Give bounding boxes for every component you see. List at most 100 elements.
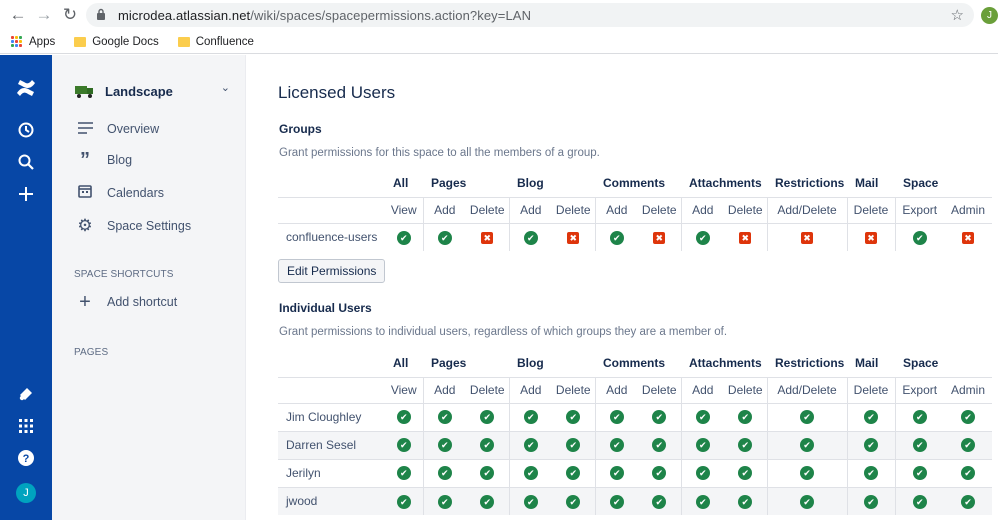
column-group-header: Comments xyxy=(603,355,666,370)
column-sub-header: Add xyxy=(680,196,724,223)
granted-check-icon: ✔ xyxy=(738,410,753,425)
lock-icon xyxy=(96,8,110,23)
space-shortcuts-heading: SPACE SHORTCUTS xyxy=(74,269,174,280)
column-sub-header: Delete xyxy=(724,196,767,223)
confluence-logo-icon[interactable] xyxy=(15,77,37,99)
gear-icon: ⚙ xyxy=(77,216,93,235)
column-group-header: Restrictions xyxy=(775,355,845,370)
granted-check-icon: ✔ xyxy=(396,410,411,425)
help-icon[interactable]: ? xyxy=(15,447,37,469)
column-sub-header: Add xyxy=(422,196,466,223)
space-truck-icon xyxy=(74,83,96,99)
add-shortcut-label: Add shortcut xyxy=(107,295,178,309)
denied-cross-icon: ✖ xyxy=(801,232,813,245)
granted-check-icon: ✔ xyxy=(695,466,710,481)
granted-check-icon: ✔ xyxy=(480,438,495,453)
reload-icon[interactable]: ↻ xyxy=(59,4,81,26)
granted-check-icon: ✔ xyxy=(738,494,753,509)
back-arrow-icon[interactable]: ← xyxy=(7,4,29,26)
bookmark-apps[interactable]: Apps xyxy=(11,35,55,48)
column-sub-header: View xyxy=(385,376,423,403)
column-sub-header: Add xyxy=(508,376,552,403)
bookmark-label: Confluence xyxy=(195,35,254,48)
granted-check-icon: ✔ xyxy=(695,410,710,425)
granted-check-icon: ✔ xyxy=(566,494,581,509)
page-title: Licensed Users xyxy=(278,83,396,102)
granted-check-icon: ✔ xyxy=(396,438,411,453)
column-group-header: Attachments xyxy=(689,355,762,370)
granted-check-icon: ✔ xyxy=(609,494,624,509)
granted-check-icon: ✔ xyxy=(695,438,710,453)
bookmark-star-icon[interactable]: ☆ xyxy=(951,6,964,24)
overview-icon xyxy=(76,121,94,138)
browser-toolbar: ← → ↻ microdea.atlassian.net/wiki/spaces… xyxy=(0,0,998,30)
sidebar-item-space-settings[interactable]: ⚙ Space Settings xyxy=(76,215,191,237)
user-avatar[interactable]: J xyxy=(16,483,36,503)
granted-check-icon: ✔ xyxy=(912,410,927,425)
app-switcher-icon[interactable] xyxy=(15,415,37,437)
groups-permissions-table: All Pages Blog Comments Attachments Restricti… xyxy=(278,169,992,251)
denied-cross-icon: ✖ xyxy=(653,232,666,245)
granted-check-icon: ✔ xyxy=(652,410,667,425)
granted-check-icon: ✔ xyxy=(652,438,667,453)
column-group-header: Attachments xyxy=(689,175,762,190)
column-sub-header: Add xyxy=(680,376,724,403)
svg-text:?: ? xyxy=(23,453,30,465)
granted-check-icon: ✔ xyxy=(961,466,975,481)
column-group-header: All xyxy=(393,355,409,370)
granted-check-icon: ✔ xyxy=(961,410,975,425)
individual-users-description: Grant permissions to individual users, r… xyxy=(279,326,728,338)
granted-check-icon: ✔ xyxy=(961,438,975,453)
granted-check-icon: ✔ xyxy=(864,410,878,425)
granted-check-icon: ✔ xyxy=(566,438,581,453)
column-sub-header: Add/Delete xyxy=(766,196,847,223)
denied-cross-icon: ✖ xyxy=(865,232,877,245)
table-row: jwood ✔ ✔ ✔ ✔ ✔ ✔ ✔ ✔ ✔ ✔ ✔ ✔ ✔ xyxy=(278,486,992,515)
chevron-down-icon[interactable]: ⌄ xyxy=(221,81,230,94)
granted-check-icon: ✔ xyxy=(609,438,624,453)
bookmark-google-docs[interactable]: Google Docs xyxy=(74,35,159,48)
recent-icon[interactable] xyxy=(15,119,37,141)
sidebar-item-calendars[interactable]: Calendars xyxy=(76,182,164,204)
column-group-header: Mail xyxy=(855,175,879,190)
column-sub-header: Add/Delete xyxy=(766,376,847,403)
groups-description: Grant permissions for this space to all … xyxy=(279,147,600,159)
principal-name: Jim Cloughley xyxy=(278,402,385,431)
table-row: Jim Cloughley ✔ ✔ ✔ ✔ ✔ ✔ ✔ ✔ ✔ ✔ ✔ ✔ ✔ xyxy=(278,402,992,431)
profile-avatar[interactable]: J xyxy=(981,7,998,24)
address-bar[interactable]: microdea.atlassian.net/wiki/spaces/space… xyxy=(86,3,974,27)
column-sub-header: Export xyxy=(894,196,944,223)
forward-arrow-icon[interactable]: → xyxy=(33,4,55,26)
granted-check-icon: ✔ xyxy=(609,410,624,425)
pages-heading: PAGES xyxy=(74,347,109,358)
bookmark-confluence[interactable]: Confluence xyxy=(177,35,254,48)
granted-check-icon: ✔ xyxy=(609,230,624,245)
denied-cross-icon: ✖ xyxy=(481,232,494,245)
edit-permissions-button[interactable]: Edit Permissions xyxy=(278,259,386,283)
notifications-icon[interactable] xyxy=(15,383,37,405)
granted-check-icon: ✔ xyxy=(566,410,581,425)
column-sub-header: Export xyxy=(894,376,944,403)
column-sub-header: Admin xyxy=(944,196,992,223)
denied-cross-icon: ✖ xyxy=(739,232,752,245)
plus-icon: + xyxy=(79,290,91,313)
column-sub-header: Admin xyxy=(944,376,992,403)
table-row: Darren Sesel ✔ ✔ ✔ ✔ ✔ ✔ ✔ ✔ ✔ ✔ ✔ ✔ ✔ xyxy=(278,430,992,459)
granted-check-icon: ✔ xyxy=(800,494,814,509)
granted-check-icon: ✔ xyxy=(864,438,878,453)
add-shortcut-link[interactable]: + Add shortcut xyxy=(76,291,177,313)
granted-check-icon: ✔ xyxy=(480,410,495,425)
search-icon[interactable] xyxy=(15,151,37,173)
sidebar-item-label: Space Settings xyxy=(107,219,192,233)
bookmark-label: Google Docs xyxy=(92,35,159,48)
granted-check-icon: ✔ xyxy=(566,466,581,481)
bookmarks-bar: Apps Google Docs Confluence xyxy=(0,30,998,54)
sidebar-item-overview[interactable]: Overview xyxy=(76,118,159,140)
space-header[interactable]: Landscape ⌄ xyxy=(74,79,234,103)
granted-check-icon: ✔ xyxy=(738,466,753,481)
granted-check-icon: ✔ xyxy=(437,230,452,245)
create-icon[interactable] xyxy=(15,183,37,205)
sidebar-item-blog[interactable]: ” Blog xyxy=(76,149,132,171)
column-sub-header: Add xyxy=(508,196,552,223)
column-group-header: Pages xyxy=(431,175,467,190)
